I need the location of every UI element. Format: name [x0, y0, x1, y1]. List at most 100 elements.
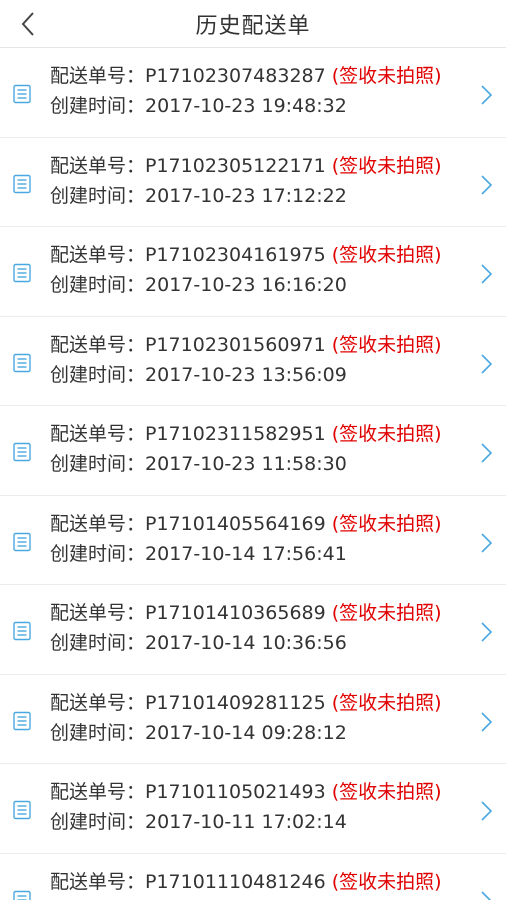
created-time-label: 创建时间： — [50, 721, 146, 744]
order-status: (签收未拍照) — [331, 154, 442, 177]
created-time-label: 创建时间： — [50, 542, 146, 565]
order-info: 配送单号：P17102307483287 (签收未拍照) 创建时间：2017-1… — [50, 61, 482, 121]
created-time-label: 创建时间： — [50, 184, 146, 207]
order-number-line: 配送单号：P17101409281125 (签收未拍照) — [50, 688, 482, 718]
order-row[interactable]: 配送单号：P17102305122171 (签收未拍照) 创建时间：2017-1… — [0, 138, 506, 227]
document-icon — [13, 711, 31, 730]
order-number-line: 配送单号：P17102304161975 (签收未拍照) — [50, 240, 482, 270]
order-info: 配送单号：P17102301560971 (签收未拍照) 创建时间：2017-1… — [50, 330, 482, 390]
created-time-line: 创建时间：2017-10-14 10:36:56 — [50, 628, 482, 658]
created-time-value: 2017-10-14 17:56:41 — [145, 542, 347, 565]
order-info: 配送单号：P17102304161975 (签收未拍照) 创建时间：2017-1… — [50, 240, 482, 300]
created-time-value: 2017-10-23 17:12:22 — [145, 184, 347, 207]
order-row[interactable]: 配送单号：P17101405564169 (签收未拍照) 创建时间：2017-1… — [0, 496, 506, 585]
order-number-line: 配送单号：P17102305122171 (签收未拍照) — [50, 151, 482, 181]
order-number-value: P17102311582951 — [145, 423, 326, 445]
document-icon — [13, 263, 31, 283]
created-time-line: 创建时间：2017-10-23 11:58:30 — [50, 449, 482, 479]
order-number-label: 配送单号： — [50, 154, 146, 177]
order-info: 配送单号：P17102311582951 (签收未拍照) 创建时间：2017-1… — [50, 419, 482, 479]
order-number-line: 配送单号：P17101110481246 (签收未拍照) — [50, 867, 482, 897]
order-info: 配送单号：P17101405564169 (签收未拍照) 创建时间：2017-1… — [50, 509, 482, 569]
order-info: 配送单号：P17101410365689 (签收未拍照) 创建时间：2017-1… — [50, 598, 482, 658]
created-time-value: 2017-10-23 11:58:30 — [145, 453, 347, 475]
order-number-line: 配送单号：P17101105021493 (签收未拍照) — [50, 777, 482, 807]
created-time-value: 2017-10-14 09:28:12 — [145, 721, 347, 744]
order-status: (签收未拍照) — [331, 244, 442, 266]
created-time-label: 创建时间： — [50, 453, 146, 475]
order-number-line: 配送单号：P17101410365689 (签收未拍照) — [50, 598, 482, 628]
order-number-line: 配送单号：P17102301560971 (签收未拍照) — [50, 330, 482, 360]
order-info: 配送单号：P17102305122171 (签收未拍照) 创建时间：2017-1… — [50, 151, 482, 211]
created-time-line: 创建时间：2017-10-23 13:56:09 — [50, 360, 482, 390]
order-status: (签收未拍照) — [331, 333, 442, 356]
order-number-value: P17101105021493 — [145, 781, 326, 803]
order-number-value: P17102305122171 — [145, 154, 326, 177]
created-time-value: 2017-10-23 19:48:32 — [145, 95, 347, 117]
order-number-value: P17102307483287 — [145, 65, 326, 87]
chevron-right-icon — [481, 174, 493, 195]
order-list: 配送单号：P17102307483287 (签收未拍照) 创建时间：2017-1… — [0, 48, 506, 900]
order-status: (签收未拍照) — [331, 512, 442, 535]
created-time-value: 2017-10-23 13:56:09 — [145, 363, 347, 386]
order-number-value: P17101405564169 — [145, 512, 326, 535]
order-status: (签收未拍照) — [331, 781, 442, 803]
order-info: 配送单号：P17101110481246 (签收未拍照) 创建时间： — [50, 867, 482, 900]
order-status: (签收未拍照) — [331, 602, 442, 624]
order-status: (签收未拍照) — [331, 870, 442, 893]
order-row[interactable]: 配送单号：P17101110481246 (签收未拍照) 创建时间： — [0, 854, 506, 900]
order-row[interactable]: 配送单号：P17102311582951 (签收未拍照) 创建时间：2017-1… — [0, 406, 506, 496]
document-icon — [13, 442, 31, 462]
order-row[interactable]: 配送单号：P17102307483287 (签收未拍照) 创建时间：2017-1… — [0, 48, 506, 138]
order-status: (签收未拍照) — [331, 691, 442, 714]
order-row[interactable]: 配送单号：P17101410365689 (签收未拍照) 创建时间：2017-1… — [0, 585, 506, 675]
chevron-right-icon — [481, 890, 492, 900]
created-time-line: 创建时间：2017-10-23 17:12:22 — [50, 181, 482, 211]
chevron-right-icon — [481, 443, 493, 463]
order-number-line: 配送单号：P17102311582951 (签收未拍照) — [50, 419, 482, 449]
chevron-right-icon — [481, 85, 493, 105]
order-number-label: 配送单号： — [50, 870, 146, 893]
order-row[interactable]: 配送单号：P17101105021493 (签收未拍照) 创建时间：2017-1… — [0, 764, 506, 854]
order-info: 配送单号：P17101409281125 (签收未拍照) 创建时间：2017-1… — [50, 688, 482, 748]
document-icon — [13, 174, 31, 193]
chevron-right-icon — [481, 711, 493, 732]
chevron-right-icon — [481, 801, 493, 821]
order-row[interactable]: 配送单号：P17101409281125 (签收未拍照) 创建时间：2017-1… — [0, 675, 506, 764]
document-icon — [13, 890, 31, 900]
order-row[interactable]: 配送单号：P17102304161975 (签收未拍照) 创建时间：2017-1… — [0, 227, 506, 317]
order-number-value: P17101410365689 — [145, 602, 326, 624]
created-time-label: 创建时间： — [50, 811, 146, 833]
document-icon — [13, 353, 31, 372]
chevron-right-icon — [481, 264, 493, 284]
created-time-label: 创建时间： — [50, 274, 146, 296]
order-number-label: 配送单号： — [50, 691, 146, 714]
back-button[interactable] — [8, 4, 48, 44]
order-number-label: 配送单号： — [50, 512, 146, 535]
order-number-label: 配送单号： — [50, 333, 146, 356]
chevron-left-icon — [21, 12, 34, 36]
order-number-label: 配送单号： — [50, 244, 146, 266]
created-time-label: 创建时间： — [50, 363, 146, 386]
document-icon — [13, 532, 31, 551]
order-number-label: 配送单号： — [50, 65, 146, 87]
created-time-line: 创建时间：2017-10-11 17:02:14 — [50, 807, 482, 837]
created-time-value: 2017-10-14 10:36:56 — [145, 632, 347, 654]
chevron-right-icon — [481, 622, 493, 642]
chevron-right-icon — [481, 532, 493, 553]
order-number-label: 配送单号： — [50, 602, 146, 624]
document-icon — [13, 800, 31, 820]
order-number-value: P17101409281125 — [145, 691, 326, 714]
order-number-value: P17101110481246 — [145, 870, 326, 893]
app-header: 历史配送单 — [0, 0, 506, 48]
order-number-label: 配送单号： — [50, 781, 146, 803]
document-icon — [13, 84, 31, 104]
created-time-label: 创建时间： — [50, 632, 146, 654]
order-row[interactable]: 配送单号：P17102301560971 (签收未拍照) 创建时间：2017-1… — [0, 317, 506, 406]
created-time-value: 2017-10-11 17:02:14 — [145, 811, 347, 833]
order-info: 配送单号：P17101105021493 (签收未拍照) 创建时间：2017-1… — [50, 777, 482, 837]
order-number-line: 配送单号：P17102307483287 (签收未拍照) — [50, 61, 482, 91]
document-icon — [13, 621, 31, 641]
page-title: 历史配送单 — [195, 13, 311, 39]
order-status: (签收未拍照) — [331, 423, 442, 445]
